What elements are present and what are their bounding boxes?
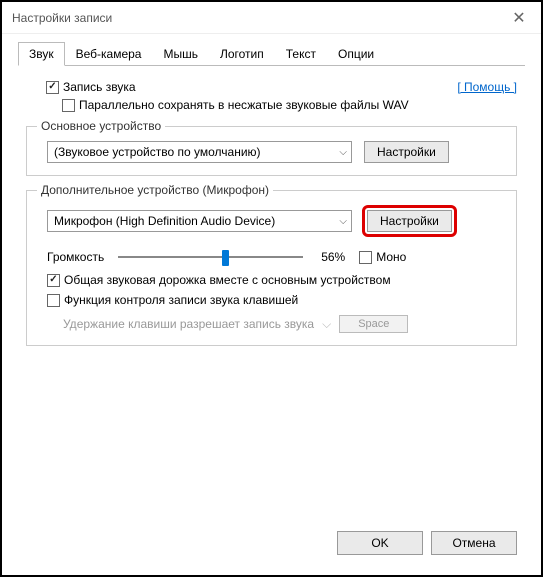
chevron-down-icon: ⌵ bbox=[335, 216, 347, 227]
window-title: Настройки записи bbox=[12, 11, 507, 25]
checkbox-record-sound[interactable]: Запись звука bbox=[46, 80, 136, 94]
tab-webcam[interactable]: Веб-камера bbox=[65, 42, 153, 65]
checkbox-common-track[interactable]: Общая звуковая дорожка вместе с основным… bbox=[47, 273, 391, 287]
tab-text[interactable]: Текст bbox=[275, 42, 327, 65]
tab-options[interactable]: Опции bbox=[327, 42, 385, 65]
tab-sound[interactable]: Звук bbox=[18, 42, 65, 66]
check-icon bbox=[359, 251, 372, 264]
chevron-down-icon: ⌵ bbox=[335, 147, 347, 158]
check-icon bbox=[62, 99, 75, 112]
primary-settings-button[interactable]: Настройки bbox=[364, 141, 449, 163]
primary-device-combo[interactable]: (Звуковое устройство по умолчанию) ⌵ bbox=[47, 141, 352, 163]
tab-mouse[interactable]: Мышь bbox=[152, 42, 209, 65]
chevron-down-icon: ⌵ bbox=[322, 317, 331, 332]
primary-device-legend: Основное устройство bbox=[37, 119, 165, 133]
check-icon bbox=[47, 294, 60, 307]
primary-device-value: (Звуковое устройство по умолчанию) bbox=[54, 145, 335, 159]
check-icon bbox=[47, 274, 60, 287]
slider-track bbox=[118, 256, 303, 258]
hotkey-label: Удержание клавиши разрешает запись звука bbox=[63, 317, 314, 331]
cancel-button[interactable]: Отмена bbox=[431, 531, 517, 555]
secondary-settings-button[interactable]: Настройки bbox=[367, 210, 452, 232]
checkbox-key-control-label: Функция контроля записи звука клавишей bbox=[64, 293, 298, 307]
primary-device-group: Основное устройство (Звуковое устройство… bbox=[26, 126, 517, 176]
secondary-device-combo[interactable]: Микрофон (High Definition Audio Device) … bbox=[47, 210, 352, 232]
highlight-annotation: Настройки bbox=[362, 205, 457, 237]
slider-thumb[interactable] bbox=[222, 250, 229, 266]
secondary-device-legend: Дополнительное устройство (Микрофон) bbox=[37, 183, 273, 197]
checkbox-mono-label: Моно bbox=[376, 250, 406, 264]
help-link[interactable]: [ Помощь ] bbox=[457, 80, 517, 94]
volume-percent: 56% bbox=[311, 250, 345, 264]
close-icon[interactable]: ✕ bbox=[507, 8, 531, 28]
checkbox-common-track-label: Общая звуковая дорожка вместе с основным… bbox=[64, 273, 391, 287]
check-icon bbox=[46, 81, 59, 94]
secondary-device-group: Дополнительное устройство (Микрофон) Мик… bbox=[26, 190, 517, 346]
checkbox-key-control[interactable]: Функция контроля записи звука клавишей bbox=[47, 293, 298, 307]
checkbox-record-sound-label: Запись звука bbox=[63, 80, 136, 94]
checkbox-save-wav-label: Параллельно сохранять в несжатые звуковы… bbox=[79, 98, 409, 112]
secondary-device-value: Микрофон (High Definition Audio Device) bbox=[54, 214, 335, 228]
hotkey-input: Space bbox=[339, 315, 408, 333]
checkbox-save-wav[interactable]: Параллельно сохранять в несжатые звуковы… bbox=[62, 98, 409, 112]
volume-label: Громкость bbox=[47, 250, 104, 264]
checkbox-mono[interactable]: Моно bbox=[359, 250, 406, 264]
tabs-bar: Звук Веб-камера Мышь Логотип Текст Опции bbox=[18, 42, 525, 66]
tab-logo[interactable]: Логотип bbox=[209, 42, 275, 65]
ok-button[interactable]: OK bbox=[337, 531, 423, 555]
volume-slider[interactable] bbox=[118, 247, 303, 267]
